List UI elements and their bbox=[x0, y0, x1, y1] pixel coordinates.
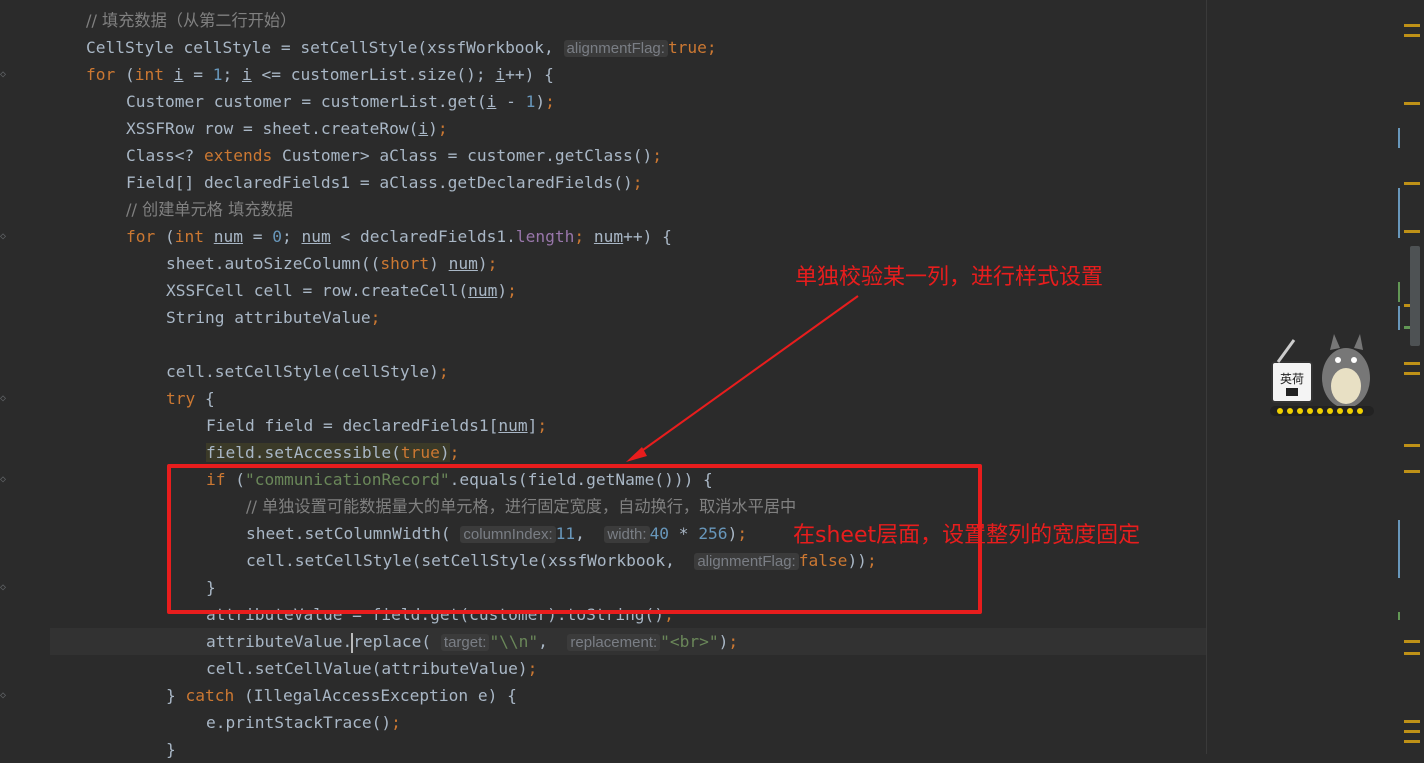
annotation-side: 在sheet层面，设置整列的宽度固定 bbox=[793, 523, 1141, 548]
scroll-marker[interactable] bbox=[1404, 372, 1420, 375]
scroll-marker[interactable] bbox=[1404, 740, 1420, 743]
mascot-sticker: 英荷 bbox=[1268, 330, 1378, 424]
scroll-marker[interactable] bbox=[1404, 652, 1420, 655]
scroll-marker[interactable] bbox=[1404, 182, 1420, 185]
change-marker[interactable] bbox=[1398, 306, 1400, 330]
mascot-sign: 英荷 bbox=[1280, 372, 1304, 386]
scroll-marker[interactable] bbox=[1404, 230, 1420, 233]
change-marker[interactable] bbox=[1398, 282, 1400, 302]
scroll-marker[interactable] bbox=[1404, 470, 1420, 473]
change-marker[interactable] bbox=[1398, 520, 1400, 578]
scroll-marker[interactable] bbox=[1404, 24, 1420, 27]
change-marker[interactable] bbox=[1398, 128, 1400, 148]
scroll-marker[interactable] bbox=[1404, 640, 1420, 643]
scroll-marker[interactable] bbox=[1404, 34, 1420, 37]
scroll-marker[interactable] bbox=[1404, 730, 1420, 733]
scroll-marker[interactable] bbox=[1404, 444, 1420, 447]
scroll-marker[interactable] bbox=[1404, 102, 1420, 105]
scrollbar-thumb[interactable] bbox=[1410, 246, 1420, 346]
change-marker[interactable] bbox=[1398, 612, 1400, 620]
annotation-arrow bbox=[626, 295, 859, 462]
scroll-marker[interactable] bbox=[1404, 720, 1420, 723]
annotation-top: 单独校验某一列，进行样式设置 bbox=[795, 265, 1104, 290]
scroll-marker[interactable] bbox=[1404, 362, 1420, 365]
change-marker[interactable] bbox=[1398, 188, 1400, 238]
